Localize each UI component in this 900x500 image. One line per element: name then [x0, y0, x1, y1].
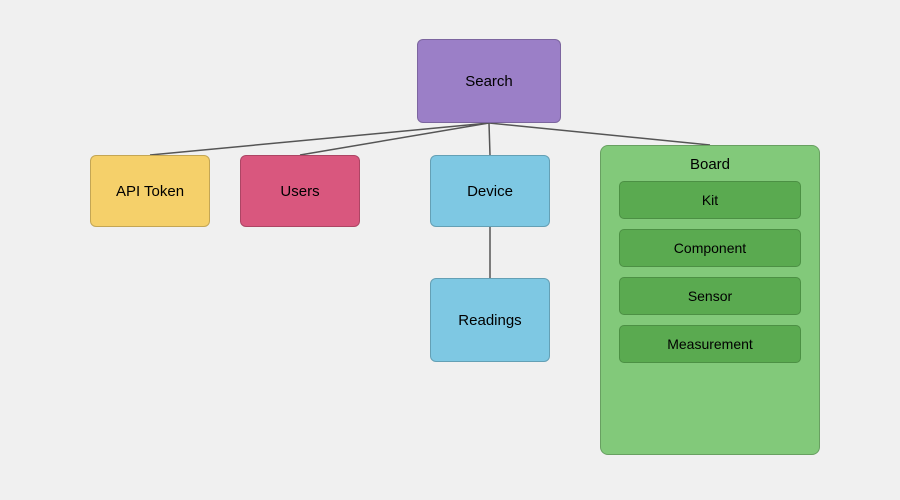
kit-item: Kit: [619, 181, 801, 219]
component-label: Component: [674, 240, 746, 256]
board-node: Board Kit Component Sensor Measurement: [600, 145, 820, 455]
users-node: Users: [240, 155, 360, 227]
users-label: Users: [280, 183, 319, 200]
board-title: Board: [601, 146, 819, 181]
component-item: Component: [619, 229, 801, 267]
device-label: Device: [467, 183, 513, 200]
kit-label: Kit: [702, 192, 718, 208]
search-node: Search: [417, 39, 561, 123]
api-token-node: API Token: [90, 155, 210, 227]
measurement-item: Measurement: [619, 325, 801, 363]
board-items: Kit Component Sensor Measurement: [601, 181, 819, 363]
api-token-label: API Token: [116, 183, 184, 200]
sensor-label: Sensor: [688, 288, 732, 304]
readings-node: Readings: [430, 278, 550, 362]
readings-label: Readings: [458, 312, 521, 329]
measurement-label: Measurement: [667, 336, 753, 352]
device-node: Device: [430, 155, 550, 227]
search-label: Search: [465, 73, 513, 90]
diagram-container: Search API Token Users Device Readings B…: [0, 0, 900, 500]
sensor-item: Sensor: [619, 277, 801, 315]
